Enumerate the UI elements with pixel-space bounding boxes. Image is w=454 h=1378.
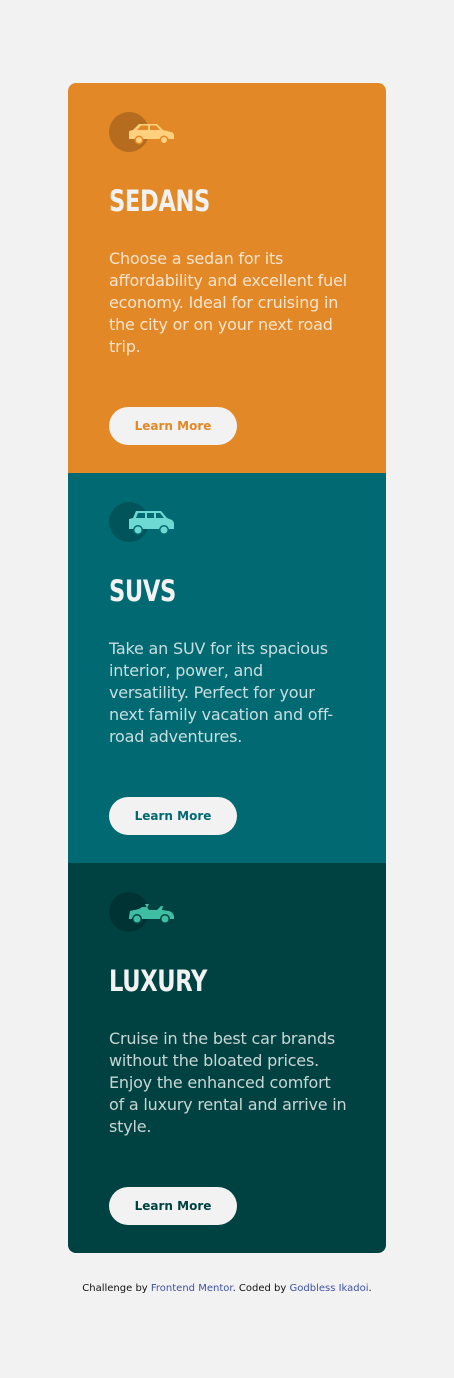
sedan-car-icon — [109, 112, 177, 152]
card-title: SUVS — [109, 574, 176, 608]
card-sedans: SEDANS Choose a sedan for its affordabil… — [68, 83, 386, 473]
author-link[interactable]: Godbless Ikadoi — [290, 1283, 369, 1294]
card-title: LUXURY — [109, 964, 208, 998]
luxury-car-icon — [109, 892, 177, 932]
car-cards-container: SEDANS Choose a sedan for its affordabil… — [68, 83, 386, 1253]
attribution-suffix: . — [368, 1283, 372, 1294]
card-suvs: SUVS Take an SUV for its spacious interi… — [68, 473, 386, 863]
card-description: Choose a sedan for its affordability and… — [109, 249, 347, 356]
card-description: Cruise in the best car brands without th… — [109, 1029, 347, 1136]
attribution-middle: . Coded by — [232, 1283, 290, 1294]
card-description: Take an SUV for its spacious interior, p… — [109, 639, 333, 746]
learn-more-button-sedans[interactable]: Learn More — [109, 407, 237, 445]
frontend-mentor-link[interactable]: Frontend Mentor — [151, 1283, 233, 1294]
attribution: Challenge by Frontend Mentor. Coded by G… — [0, 1283, 454, 1294]
card-title: SEDANS — [109, 184, 210, 218]
learn-more-button-luxury[interactable]: Learn More — [109, 1187, 237, 1225]
learn-more-button-suvs[interactable]: Learn More — [109, 797, 237, 835]
suv-car-icon — [109, 502, 177, 542]
attribution-prefix: Challenge by — [82, 1283, 151, 1294]
card-luxury: LUXURY Cruise in the best car brands wit… — [68, 863, 386, 1253]
